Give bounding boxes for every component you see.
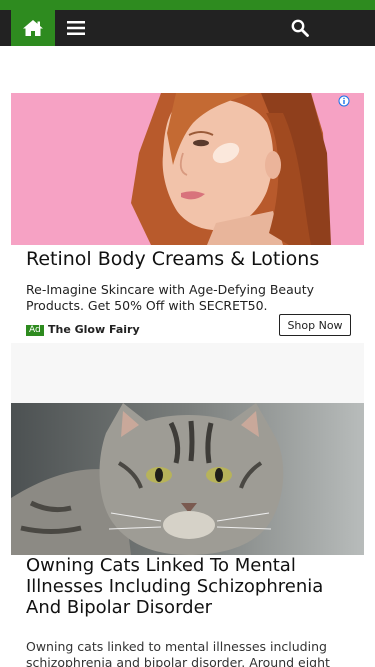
adchoices-icon[interactable]	[338, 95, 350, 107]
search-button[interactable]	[283, 10, 317, 46]
ad-image[interactable]	[11, 93, 364, 245]
shop-now-button[interactable]: Shop Now	[279, 314, 351, 336]
hamburger-menu-icon	[67, 21, 85, 35]
ad-card[interactable]: Retinol Body Creams & Lotions Re-Imagine…	[11, 93, 364, 343]
top-accent-line	[0, 0, 375, 10]
search-icon	[291, 19, 309, 37]
article-image[interactable]	[11, 403, 364, 555]
top-navigation-bar	[0, 10, 375, 46]
ad-description: Re-Imagine Skincare with Age-Defying Bea…	[26, 282, 314, 313]
ad-badge: Ad	[26, 325, 44, 336]
ad-title[interactable]: Retinol Body Creams & Lotions	[26, 248, 319, 270]
menu-button[interactable]	[60, 10, 92, 46]
article-excerpt: Owning cats linked to mental illnesses i…	[26, 639, 330, 667]
article-title[interactable]: Owning Cats Linked To Mental Illnesses I…	[26, 555, 356, 618]
tabby-cat-image	[11, 403, 364, 555]
home-icon	[23, 20, 43, 36]
page: Retinol Body Creams & Lotions Re-Imagine…	[0, 0, 375, 667]
ad-spacer	[11, 343, 364, 403]
home-button[interactable]	[11, 10, 55, 46]
article-card[interactable]: Owning Cats Linked To Mental Illnesses I…	[11, 403, 364, 667]
woman-portrait-image	[11, 93, 364, 245]
ad-advertiser-name[interactable]: The Glow Fairy	[48, 323, 140, 336]
